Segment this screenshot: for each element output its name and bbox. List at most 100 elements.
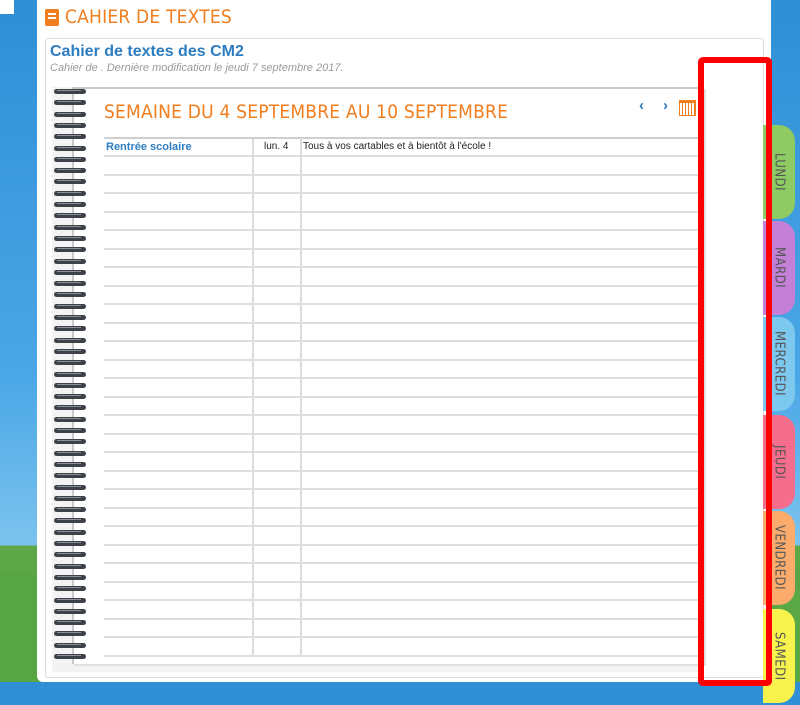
ruled-line [104,618,704,620]
spiral-ring [54,292,86,297]
spiral-ring [54,564,86,569]
app-header: CAHIER DE TEXTES [45,6,232,28]
notebook: SEMAINE DU 4 SEPTEMBRE AU 10 SEPTEMBRE ‹… [52,87,704,672]
ruled-line [104,248,704,250]
spiral-ring [54,405,86,410]
spiral-ring [54,191,86,196]
spiral-ring [54,394,86,399]
ruled-line [104,414,704,416]
spiral-ring [54,451,86,456]
ruled-line [104,525,704,527]
ruled-line [104,229,704,231]
spiral-ring [54,372,86,377]
spiral-ring [54,575,86,580]
tab-jeudi[interactable]: JEUDI [763,415,795,509]
app-title: CAHIER DE TEXTES [65,6,232,28]
spiral-ring [54,383,86,388]
spiral-ring [54,315,86,320]
ruled-line [104,433,704,435]
tab-label: JEUDI [771,444,787,480]
entry-subject-link[interactable]: Rentrée scolaire [106,141,192,153]
spiral-ring [54,349,86,354]
ruled-line [104,507,704,509]
ruled-line [104,599,704,601]
spiral-ring [54,609,86,614]
spiral-ring [54,326,86,331]
spiral-ring [54,552,86,557]
class-subtitle: Cahier de . Dernière modification le jeu… [50,62,344,74]
spiral-ring [54,643,86,648]
ruled-line [104,322,704,324]
spiral-ring [54,598,86,603]
notebook-page: SEMAINE DU 4 SEPTEMBRE AU 10 SEPTEMBRE ‹… [72,87,704,664]
spiral-ring [54,168,86,173]
spiral-ring [54,146,86,151]
spiral-ring [54,485,86,490]
ruled-line [104,655,704,657]
week-title: SEMAINE DU 4 SEPTEMBRE AU 10 SEPTEMBRE [104,101,509,123]
spiral-ring [54,428,86,433]
spiral-ring [54,496,86,501]
corner-square [0,0,14,14]
ruled-line [104,155,704,157]
entry-date: lun. 4 [264,141,289,152]
spiral-ring [54,417,86,422]
spiral-ring [54,518,86,523]
tab-label: VENDREDI [771,525,787,591]
ruled-line [104,396,704,398]
ruled-line [104,377,704,379]
spiral-ring [54,462,86,467]
spiral-ring [54,157,86,162]
tab-label: SAMEDI [771,631,787,681]
entry-text: Tous à vos cartables et à bientôt à l'éc… [303,141,492,152]
ruled-line [104,562,704,564]
spiral-ring [54,213,86,218]
notebook-spiral [52,89,86,664]
spiral-ring [54,586,86,591]
tab-label: MARDI [771,247,787,289]
spiral-ring [54,134,86,139]
spiral-ring [54,100,86,105]
spiral-ring [54,631,86,636]
tab-mardi[interactable]: MARDI [763,221,795,315]
tab-lundi[interactable]: LUNDI [763,125,795,219]
tab-samedi[interactable]: SAMEDI [763,609,795,703]
spiral-ring [54,507,86,512]
tab-label: MERCREDI [771,331,787,397]
spiral-ring [54,281,86,286]
spiral-ring [54,89,86,94]
next-week-button[interactable]: › [663,97,668,114]
previous-week-button[interactable]: ‹ [639,97,644,114]
tab-vendredi[interactable]: VENDREDI [763,511,795,605]
ruled-line [104,266,704,268]
tab-label: LUNDI [771,152,787,192]
ruled-line [104,285,704,287]
ruled-line [104,303,704,305]
calendar-icon[interactable] [679,100,696,116]
day-tabs: LUNDI MARDI MERCREDI JEUDI VENDREDI SAME… [763,125,795,705]
ruled-line [104,544,704,546]
ruled-line [104,174,704,176]
ruled-line [104,137,704,139]
notebook-icon [45,8,59,26]
spiral-ring [54,541,86,546]
spiral-ring [54,123,86,128]
spiral-ring [54,530,86,535]
spiral-ring [54,473,86,478]
spiral-ring [54,439,86,444]
spiral-ring [54,112,86,117]
content-box: Cahier de textes des CM2 Cahier de . Der… [45,38,795,703]
spiral-ring [54,179,86,184]
ruled-line [104,488,704,490]
ruled-line [104,470,704,472]
main-panel: CAHIER DE TEXTES Cahier de textes des CM… [37,0,795,703]
ruled-line [104,451,704,453]
ruled-line [104,359,704,361]
ruled-line [104,192,704,194]
ruled-line [104,581,704,583]
spiral-ring [54,360,86,365]
tab-mercredi[interactable]: MERCREDI [763,317,795,411]
spiral-ring [54,304,86,309]
ruled-line [104,211,704,213]
class-title: Cahier de textes des CM2 [50,43,244,60]
